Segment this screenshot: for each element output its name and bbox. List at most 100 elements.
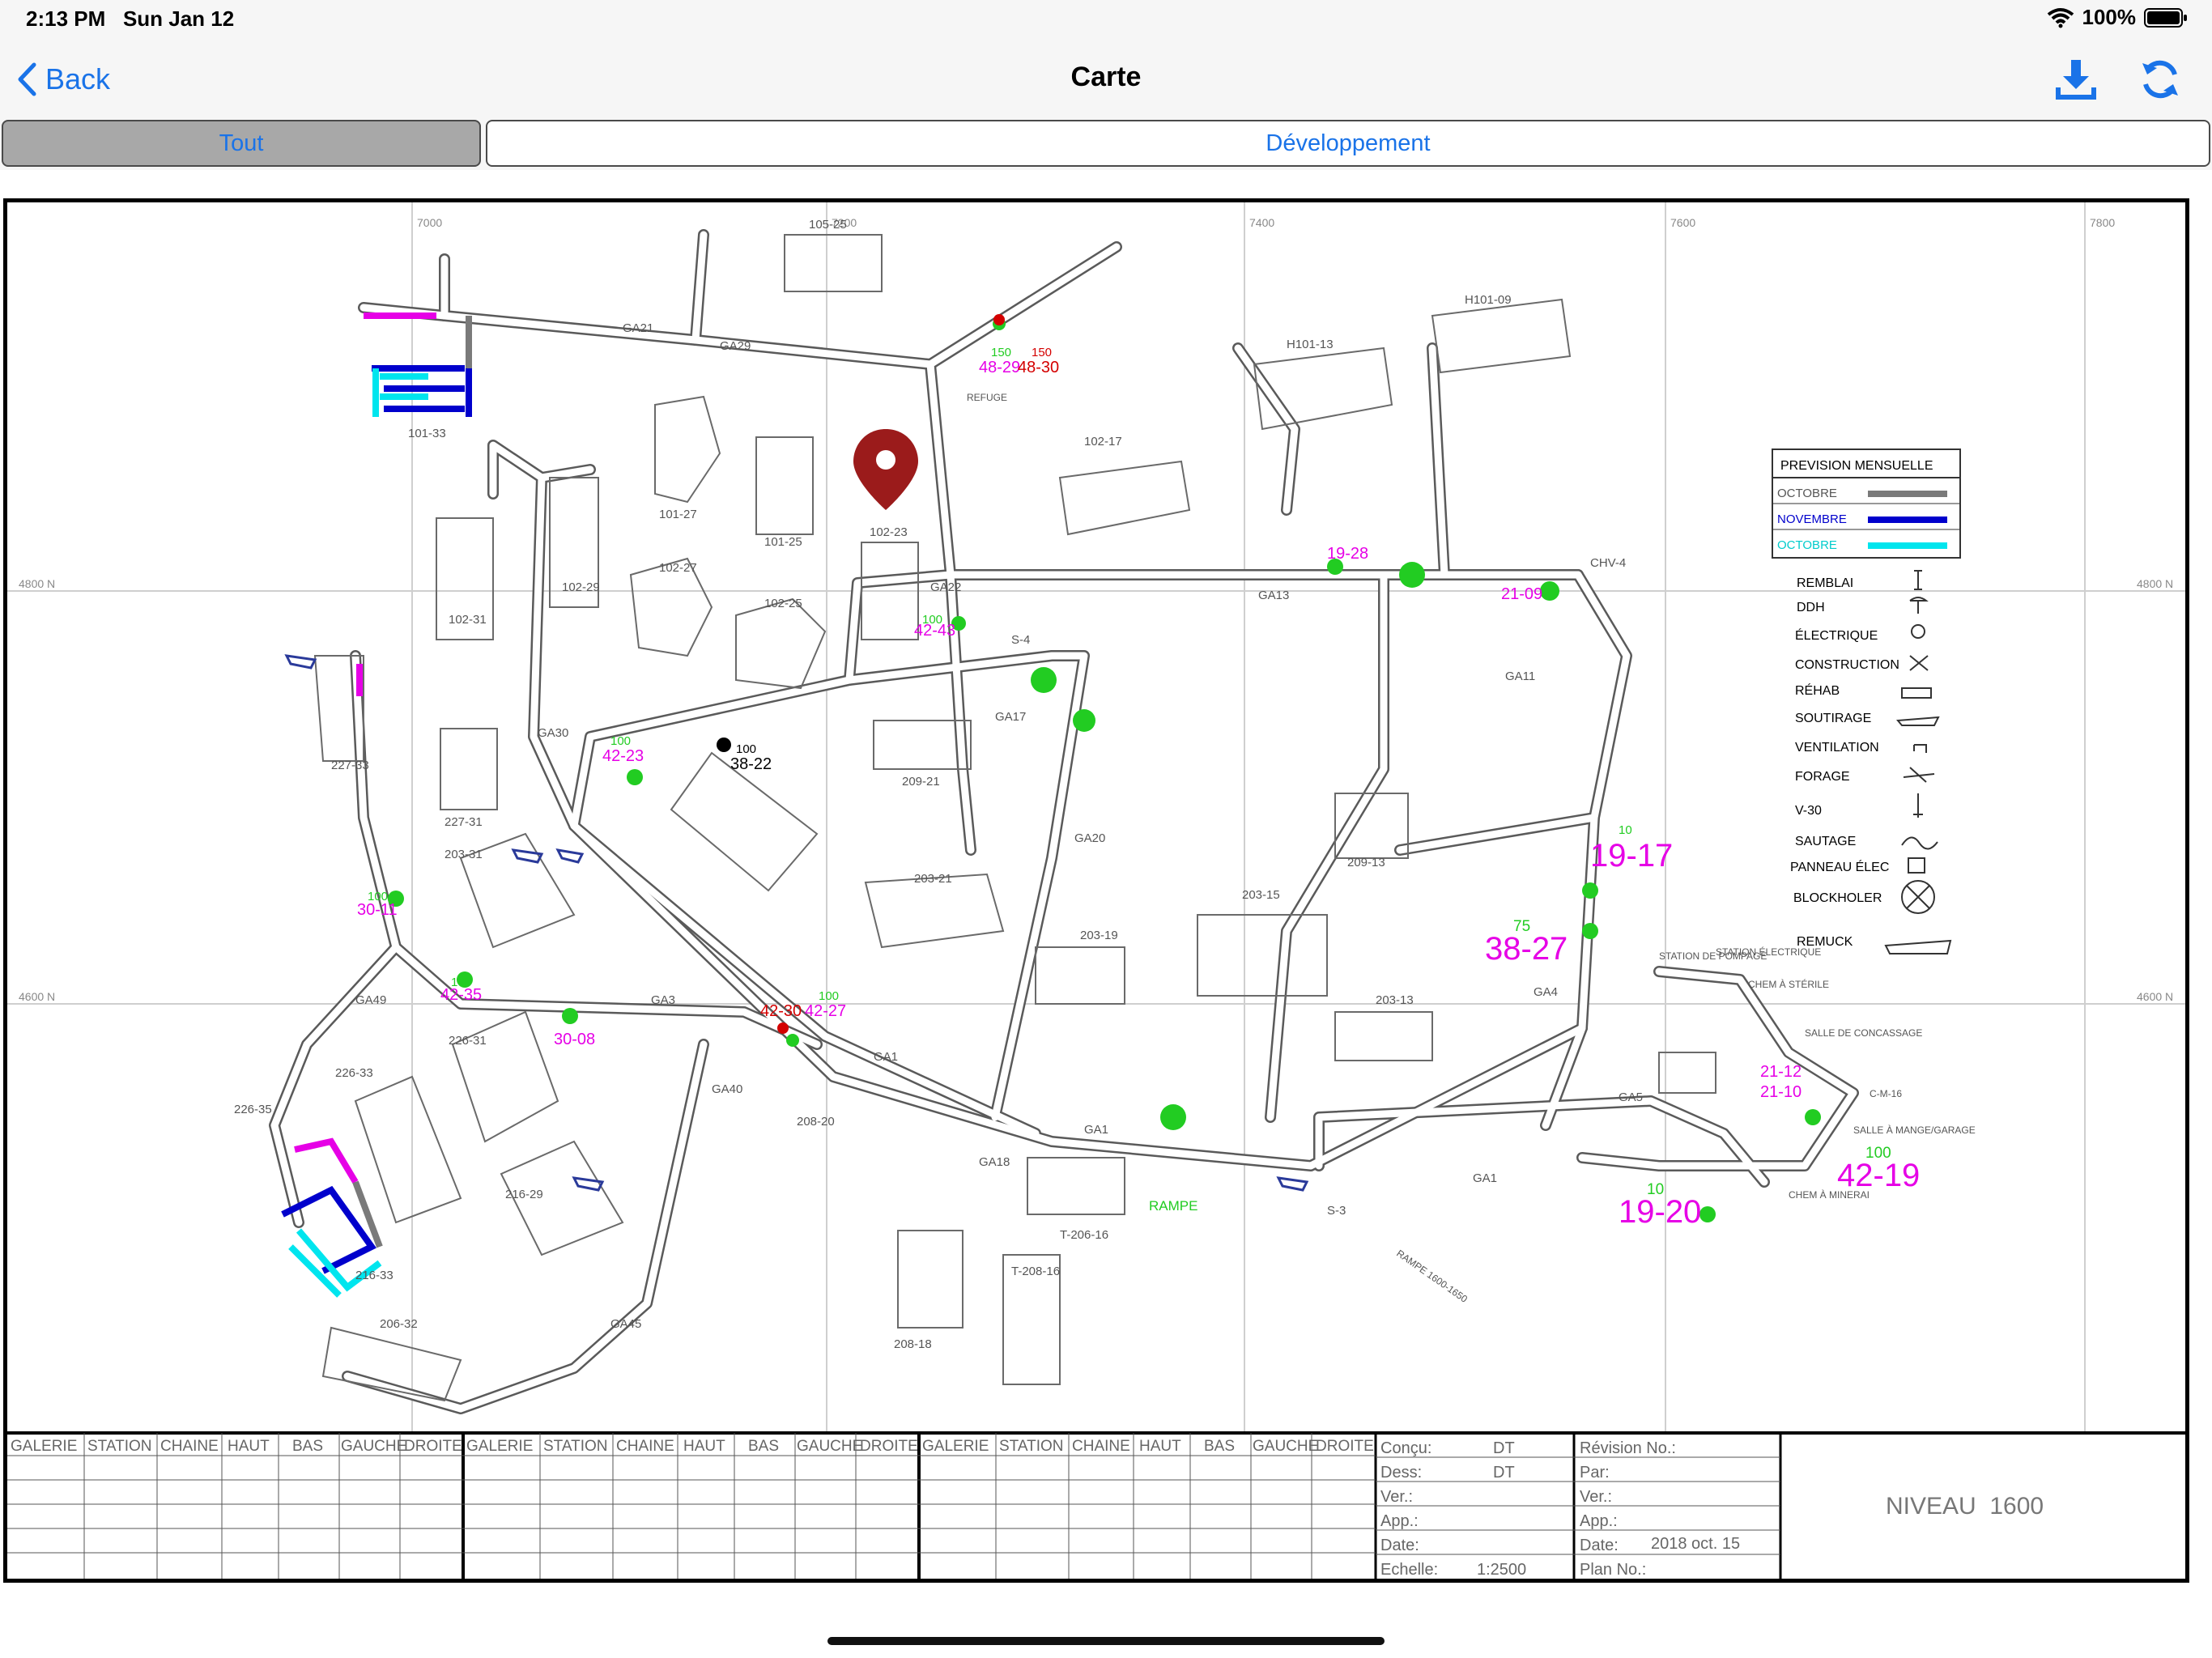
area-label: CHV-4: [1590, 556, 1626, 570]
col-header: GAUCHE: [341, 1438, 406, 1455]
mine-plan-drawing: 7000 7200 7400 7600 7800 4800 N 4600 N 4…: [7, 202, 2185, 1579]
col-header: BAS: [292, 1438, 323, 1455]
tonnage: 150: [991, 346, 1011, 359]
grid-label-4600n: 4600 N: [19, 990, 55, 1003]
annotation: STATION DE POMPAGE: [1659, 950, 1767, 962]
area-label: 208-20: [797, 1115, 835, 1129]
field-value: DT: [1493, 1464, 1515, 1482]
stope-number: 19-28: [1327, 545, 1368, 563]
tab-developpement[interactable]: Développement: [486, 120, 2210, 167]
col-header: HAUT: [683, 1438, 725, 1455]
annotation: SALLE DE CONCASSAGE: [1805, 1027, 1922, 1039]
lightbulb-icon: [1911, 624, 1925, 639]
area-label: 227-31: [445, 815, 483, 829]
mine-plan-map[interactable]: 7000 7200 7400 7600 7800 4800 N 4600 N 4…: [3, 198, 2189, 1583]
legend-month-3: OCTOBRE: [1777, 538, 1837, 552]
ddh-icon: [1909, 597, 1929, 614]
legend-symbol: CONSTRUCTION: [1795, 658, 1899, 672]
stope-outlines: [313, 234, 1716, 1402]
stope-number: 21-12: [1760, 1063, 1802, 1081]
status-date: Sun Jan 12: [122, 6, 235, 31]
legend-title: PREVISION MENSUELLE: [1780, 459, 1933, 473]
title-block: GALERIE STATION CHAINE HAUT BAS GAUCHE D…: [7, 1431, 2185, 1579]
gallery-label: GA1: [1084, 1123, 1108, 1137]
annotation: C-M-16: [1870, 1088, 1902, 1099]
area-label: 102-17: [1084, 435, 1122, 449]
nav-bar: Back Carte: [0, 40, 2212, 118]
sautage-icon: [1901, 836, 1938, 850]
stope-number: 42-30: [760, 1002, 802, 1020]
page-title: Carte: [1070, 62, 1142, 92]
remblai-icon: [1914, 570, 1922, 590]
legend-swatch-3: [1868, 542, 1947, 549]
gallery-label: GA11: [1505, 670, 1535, 683]
annotation: CHEM À MINERAI: [1789, 1188, 1870, 1201]
status-bar: 2:13 PM Sun Jan 12 100%: [0, 0, 2212, 40]
grid-label-7000: 7000: [417, 216, 442, 229]
col-header: GALERIE: [922, 1438, 989, 1455]
gallery-label: GA5: [1619, 1090, 1643, 1104]
col-header: STATION: [87, 1438, 152, 1455]
tonnage: 75: [1513, 918, 1530, 935]
tonnage: 100: [819, 989, 839, 1003]
annotation: CHEM À STÉRILE: [1748, 978, 1829, 990]
col-header: STATION: [999, 1438, 1064, 1455]
field-label: Plan No.:: [1580, 1561, 1646, 1579]
area-label: 208-18: [894, 1337, 932, 1351]
stope-number: 48-30: [1018, 359, 1059, 376]
tonnage: 100: [1865, 1145, 1891, 1162]
grid-label-4800n-right: 4800 N: [2137, 577, 2173, 590]
gallery-label: GA22: [930, 580, 961, 594]
area-label: 203-13: [1376, 993, 1414, 1007]
field-label: Date:: [1380, 1537, 1419, 1554]
gallery-label: GA1: [1473, 1171, 1497, 1185]
status-clock: 2:13 PM: [26, 6, 106, 31]
annotation: RAMPE 1600-1650: [1394, 1248, 1470, 1305]
area-label: 203-31: [445, 848, 483, 861]
col-header: CHAINE: [1072, 1438, 1130, 1455]
gallery-label: GA29: [720, 339, 751, 353]
location-pin-icon[interactable]: [853, 429, 918, 510]
refresh-icon[interactable]: [2138, 57, 2183, 102]
tonnage-labels: 150 150 100 100 100 100 100 100 75 10 10…: [368, 346, 1891, 1198]
tab-tout[interactable]: Tout: [2, 120, 481, 167]
grid-lines: [7, 202, 2185, 1433]
tonnage: 10: [1647, 1181, 1664, 1198]
area-label: 216-29: [505, 1188, 543, 1201]
area-label: 216-33: [355, 1269, 393, 1282]
area-label: 226-33: [335, 1066, 373, 1080]
tonnage: 10: [1619, 823, 1632, 837]
area-label: 209-13: [1347, 856, 1385, 869]
stope-number: 38-22: [730, 755, 772, 773]
area-label: 226-35: [234, 1103, 272, 1116]
field-label: Echelle:: [1380, 1561, 1438, 1579]
field-value: 1:2500: [1477, 1561, 1526, 1579]
area-label: H101-09: [1465, 293, 1512, 307]
gallery-label: GA30: [538, 726, 568, 740]
annotation: REFUGE: [967, 392, 1007, 403]
area-label: 203-15: [1242, 888, 1280, 902]
stope-number-large: 19-17: [1590, 838, 1673, 874]
home-indicator[interactable]: [827, 1637, 1385, 1645]
legend-symbol: DDH: [1797, 601, 1825, 614]
segmented-control: Tout Développement: [0, 118, 2212, 170]
col-header: CHAINE: [160, 1438, 219, 1455]
stope-number: 30-11: [357, 901, 398, 919]
col-header: GALERIE: [466, 1438, 533, 1455]
area-label: 209-21: [902, 775, 940, 789]
area-label: 105-25: [809, 218, 847, 232]
download-icon[interactable]: [2053, 57, 2099, 102]
field-label: Date:: [1580, 1537, 1619, 1554]
stope-number: 42-23: [602, 747, 644, 765]
area-label: S-4: [1011, 633, 1030, 647]
stope-number-large: 19-20: [1619, 1194, 1701, 1230]
col-header: HAUT: [228, 1438, 270, 1455]
area-label: 102-23: [870, 525, 908, 539]
col-header: HAUT: [1139, 1438, 1181, 1455]
construction-icon: [1909, 655, 1929, 671]
stope-number-large: 42-19: [1837, 1158, 1920, 1193]
soutirage-icon: [1895, 716, 1940, 726]
gallery-label: GA3: [651, 993, 675, 1007]
field-value: 2018 oct. 15: [1651, 1535, 1740, 1553]
annotation: SALLE À MANGE/GARAGE: [1853, 1124, 1976, 1136]
